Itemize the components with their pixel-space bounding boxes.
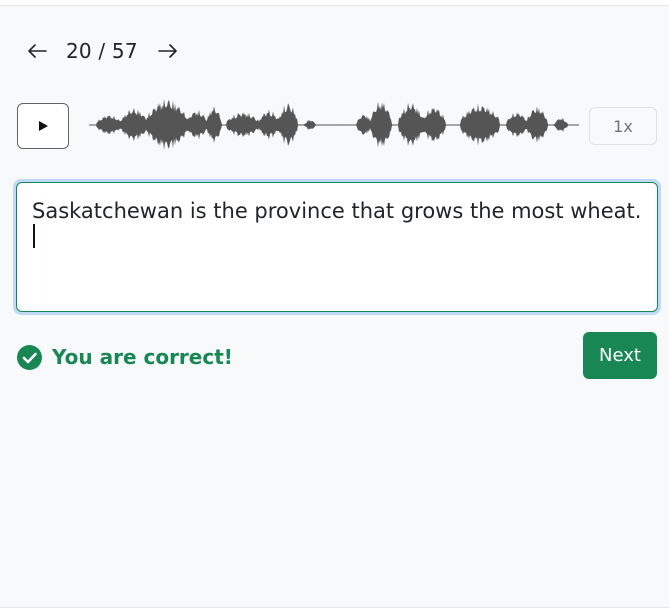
- answer-text: Saskatchewan is the province that grows …: [32, 199, 642, 223]
- exercise-panel: 20 / 57 1x Saskatchewan is the province …: [0, 5, 669, 608]
- previous-button[interactable]: [26, 39, 48, 63]
- item-counter: 20 / 57: [66, 39, 138, 63]
- result-feedback: You are correct!: [17, 344, 233, 370]
- feedback-message: You are correct!: [52, 345, 233, 369]
- item-navigator: 20 / 57: [26, 34, 179, 68]
- playback-speed-button[interactable]: 1x: [589, 107, 657, 145]
- audio-player: 1x: [17, 98, 657, 152]
- answer-focus-ring: Saskatchewan is the province that grows …: [13, 179, 661, 315]
- play-icon: [39, 121, 48, 131]
- waveform-shape: [89, 99, 579, 150]
- next-button[interactable]: Next: [583, 332, 657, 379]
- answer-input[interactable]: Saskatchewan is the province that grows …: [16, 182, 658, 312]
- audio-waveform[interactable]: [89, 98, 579, 152]
- arrow-right-icon: [157, 44, 177, 58]
- text-caret: [33, 224, 35, 249]
- next-item-button[interactable]: [157, 39, 179, 63]
- play-button[interactable]: [17, 103, 69, 149]
- arrow-left-icon: [28, 44, 47, 58]
- check-circle-icon: [17, 344, 42, 370]
